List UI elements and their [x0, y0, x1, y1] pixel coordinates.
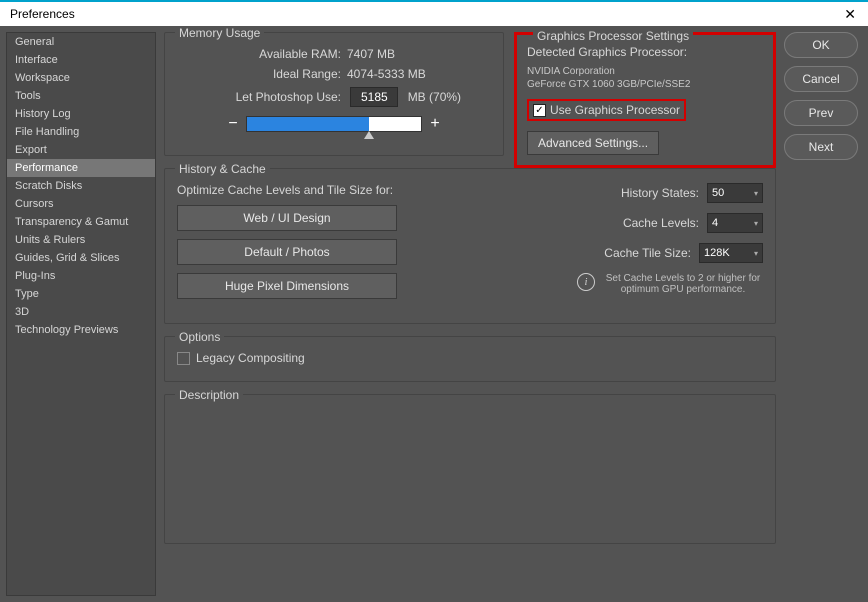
- sidebar-item-history-log[interactable]: History Log: [7, 105, 155, 123]
- chevron-down-icon: ▾: [754, 249, 758, 258]
- history-cache-group: History & Cache Optimize Cache Levels an…: [164, 168, 776, 324]
- cancel-button[interactable]: Cancel: [784, 66, 858, 92]
- ideal-range-value: 4074-5333 MB: [347, 67, 426, 81]
- sidebar-item-general[interactable]: General: [7, 33, 155, 51]
- sidebar-item-3d[interactable]: 3D: [7, 303, 155, 321]
- ideal-range-label: Ideal Range:: [177, 67, 347, 81]
- options-legend: Options: [175, 330, 224, 344]
- gpu-device: GeForce GTX 1060 3GB/PCIe/SSE2: [527, 78, 763, 91]
- photoshop-use-suffix: MB (70%): [408, 90, 461, 104]
- photoshop-use-label: Let Photoshop Use:: [177, 90, 347, 104]
- titlebar: Preferences ✕: [0, 0, 868, 26]
- cache-tile-select[interactable]: 128K▾: [699, 243, 763, 263]
- optimize-label: Optimize Cache Levels and Tile Size for:: [177, 183, 417, 197]
- options-group: Options Legacy Compositing: [164, 336, 776, 382]
- use-gpu-checkbox[interactable]: ✓: [533, 104, 546, 117]
- memory-legend: Memory Usage: [175, 26, 264, 40]
- cache-levels-label: Cache Levels:: [623, 216, 699, 230]
- sidebar-item-file-handling[interactable]: File Handling: [7, 123, 155, 141]
- sidebar-item-interface[interactable]: Interface: [7, 51, 155, 69]
- sidebar-item-scratch-disks[interactable]: Scratch Disks: [7, 177, 155, 195]
- available-ram-label: Available RAM:: [177, 47, 347, 61]
- huge-pixel-button[interactable]: Huge Pixel Dimensions: [177, 273, 397, 299]
- dialog-buttons: OK Cancel Prev Next: [784, 26, 868, 602]
- slider-plus-icon[interactable]: +: [428, 115, 442, 133]
- chevron-down-icon: ▾: [754, 189, 758, 198]
- next-button[interactable]: Next: [784, 134, 858, 160]
- history-states-select[interactable]: 50▾: [707, 183, 763, 203]
- web-ui-design-button[interactable]: Web / UI Design: [177, 205, 397, 231]
- sidebar-item-units-rulers[interactable]: Units & Rulers: [7, 231, 155, 249]
- memory-slider[interactable]: [246, 116, 422, 132]
- legacy-compositing-checkbox[interactable]: [177, 352, 190, 365]
- gpu-settings-group: Graphics Processor Settings Detected Gra…: [514, 32, 776, 168]
- use-gpu-label: Use Graphics Processor: [550, 103, 680, 117]
- sidebar-item-tools[interactable]: Tools: [7, 87, 155, 105]
- gpu-vendor: NVIDIA Corporation: [527, 65, 763, 78]
- slider-thumb-icon[interactable]: [364, 131, 374, 139]
- description-group: Description: [164, 394, 776, 544]
- cache-tile-label: Cache Tile Size:: [604, 246, 691, 260]
- sidebar-item-export[interactable]: Export: [7, 141, 155, 159]
- info-icon: i: [577, 273, 595, 291]
- default-photos-button[interactable]: Default / Photos: [177, 239, 397, 265]
- chevron-down-icon: ▾: [754, 219, 758, 228]
- use-gpu-row: ✓ Use Graphics Processor: [527, 99, 686, 121]
- ok-button[interactable]: OK: [784, 32, 858, 58]
- detected-gpu-label: Detected Graphics Processor:: [527, 45, 763, 59]
- close-icon[interactable]: ✕: [838, 4, 862, 25]
- sidebar-item-cursors[interactable]: Cursors: [7, 195, 155, 213]
- slider-minus-icon[interactable]: −: [226, 115, 240, 133]
- available-ram-value: 7407 MB: [347, 47, 395, 61]
- history-cache-legend: History & Cache: [175, 162, 270, 176]
- content-pane: Memory Usage Available RAM:7407 MB Ideal…: [156, 26, 784, 602]
- sidebar-item-technology-previews[interactable]: Technology Previews: [7, 321, 155, 339]
- sidebar-item-plug-ins[interactable]: Plug-Ins: [7, 267, 155, 285]
- description-legend: Description: [175, 388, 243, 402]
- sidebar: GeneralInterfaceWorkspaceToolsHistory Lo…: [6, 32, 156, 596]
- memory-usage-group: Memory Usage Available RAM:7407 MB Ideal…: [164, 32, 504, 156]
- sidebar-item-guides-grid-slices[interactable]: Guides, Grid & Slices: [7, 249, 155, 267]
- advanced-settings-button[interactable]: Advanced Settings...: [527, 131, 659, 155]
- slider-fill: [247, 117, 369, 131]
- cache-levels-select[interactable]: 4▾: [707, 213, 763, 233]
- sidebar-item-workspace[interactable]: Workspace: [7, 69, 155, 87]
- gpu-legend: Graphics Processor Settings: [533, 29, 693, 43]
- sidebar-item-transparency-gamut[interactable]: Transparency & Gamut: [7, 213, 155, 231]
- sidebar-item-type[interactable]: Type: [7, 285, 155, 303]
- prev-button[interactable]: Prev: [784, 100, 858, 126]
- legacy-compositing-label: Legacy Compositing: [196, 351, 305, 365]
- window-title: Preferences: [10, 7, 75, 21]
- history-states-label: History States:: [621, 186, 699, 200]
- cache-info-text: Set Cache Levels to 2 or higher for opti…: [603, 273, 763, 295]
- sidebar-item-performance[interactable]: Performance: [7, 159, 155, 177]
- photoshop-use-input[interactable]: [350, 87, 398, 107]
- main-layout: GeneralInterfaceWorkspaceToolsHistory Lo…: [0, 26, 868, 602]
